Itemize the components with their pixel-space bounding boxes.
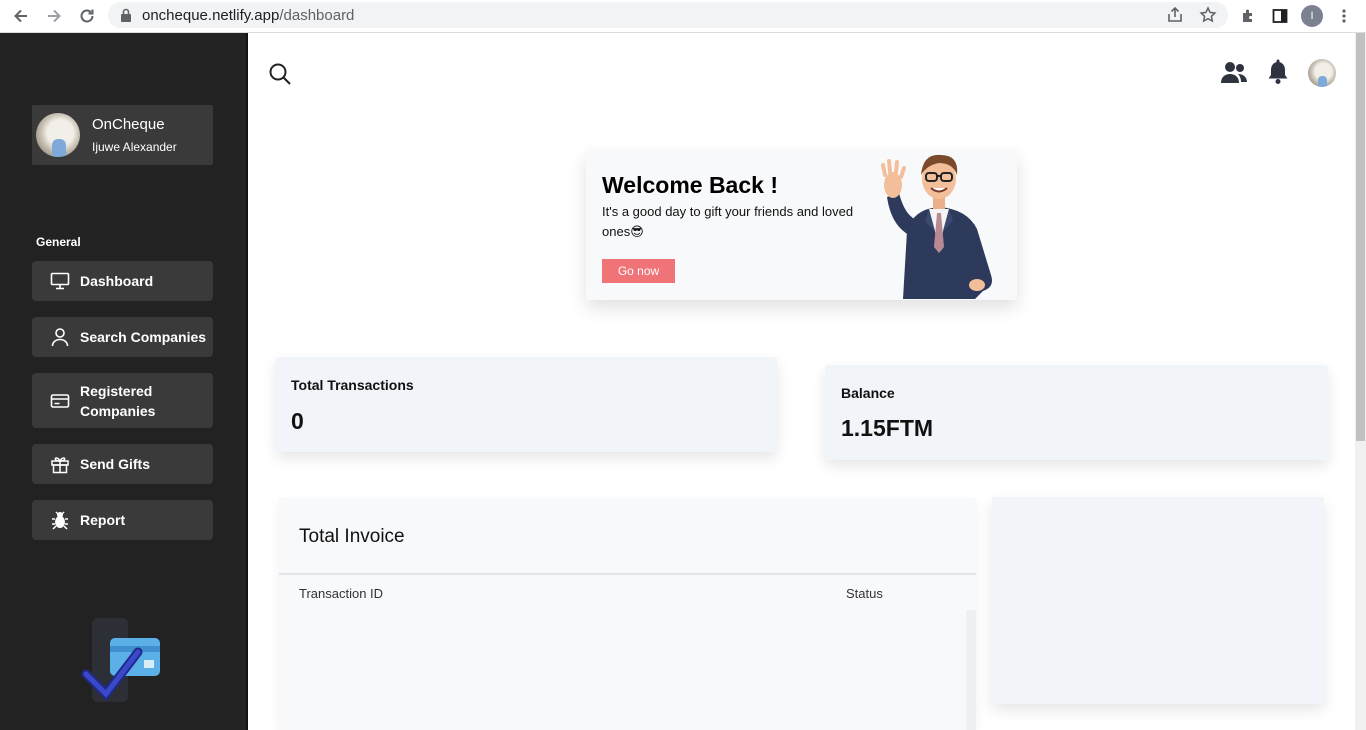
avatar[interactable] [1308, 59, 1336, 87]
sidebar-item-label: Report [80, 512, 126, 528]
welcome-card: Welcome Back ! It's a good day to gift y… [586, 150, 1017, 300]
address-bar[interactable]: oncheque.netlify.app/dashboard [108, 2, 1228, 28]
profile-card[interactable]: OnCheque Ijuwe Alexander [32, 105, 213, 165]
avatar [36, 113, 80, 157]
reload-icon[interactable] [75, 4, 99, 28]
org-name: OnCheque [92, 116, 165, 133]
monitor-icon [50, 271, 70, 291]
invoice-title: Total Invoice [299, 526, 405, 547]
sidebar-item-label: Send Gifts [80, 456, 151, 472]
bell-icon[interactable] [1266, 59, 1290, 90]
address-url: oncheque.netlify.app/dashboard [142, 7, 355, 24]
sidebar-item-report[interactable]: Report [32, 500, 213, 540]
back-icon[interactable] [9, 4, 33, 28]
balance-label: Balance [841, 385, 895, 401]
invoice-divider [279, 573, 976, 575]
total-invoice-panel: Total Invoice Transaction ID Status [279, 498, 976, 730]
scrollbar-thumb[interactable] [1356, 33, 1365, 441]
balance-value: 1.15FTM [841, 415, 934, 441]
sidebar-item-registered-companies[interactable]: Registered Companies [32, 373, 213, 428]
total-transactions-label: Total Transactions [291, 377, 414, 393]
phone-card-illustration [80, 612, 170, 702]
more-menu-icon[interactable] [1332, 4, 1356, 28]
sidebar-item-label: Dashboard [80, 273, 154, 289]
waving-man-illustration [873, 151, 1005, 299]
sidebar-item-label: Search Companies [80, 329, 207, 345]
lock-icon [120, 8, 132, 27]
section-label: General [36, 235, 81, 249]
total-transactions-card: Total Transactions 0 [276, 357, 777, 452]
browser-toolbar: oncheque.netlify.app/dashboard I [0, 0, 1366, 33]
users-icon[interactable] [1220, 59, 1248, 90]
total-transactions-value: 0 [291, 408, 304, 434]
side-panel-icon[interactable] [1268, 4, 1292, 28]
balance-card: Balance 1.15FTM [825, 365, 1328, 460]
search-icon[interactable] [268, 62, 292, 91]
column-header-status[interactable]: Status [846, 586, 883, 601]
side-panel-card [992, 497, 1324, 704]
forward-icon[interactable] [42, 4, 66, 28]
extensions-icon[interactable] [1236, 4, 1260, 28]
sidebar-item-dashboard[interactable]: Dashboard [32, 261, 213, 301]
bug-icon [50, 510, 70, 530]
bookmark-star-icon[interactable] [1199, 6, 1217, 29]
welcome-text: It's a good day to gift your friends and… [602, 204, 854, 239]
sidebar-item-search-companies[interactable]: Search Companies [32, 317, 213, 357]
gift-icon [50, 454, 70, 474]
share-icon[interactable] [1166, 6, 1184, 29]
sidebar-item-send-gifts[interactable]: Send Gifts [32, 444, 213, 484]
page-scrollbar[interactable] [1355, 33, 1366, 730]
user-name: Ijuwe Alexander [92, 140, 177, 154]
invoice-scrollbar[interactable] [966, 610, 976, 730]
card-icon [50, 391, 70, 411]
column-header-transaction-id[interactable]: Transaction ID [299, 586, 383, 601]
welcome-title: Welcome Back ! [602, 172, 778, 198]
go-now-button[interactable]: Go now [602, 259, 675, 283]
profile-avatar[interactable]: I [1300, 4, 1324, 28]
sidebar-item-label: Registered Companies [80, 382, 156, 419]
user-icon [50, 327, 70, 347]
